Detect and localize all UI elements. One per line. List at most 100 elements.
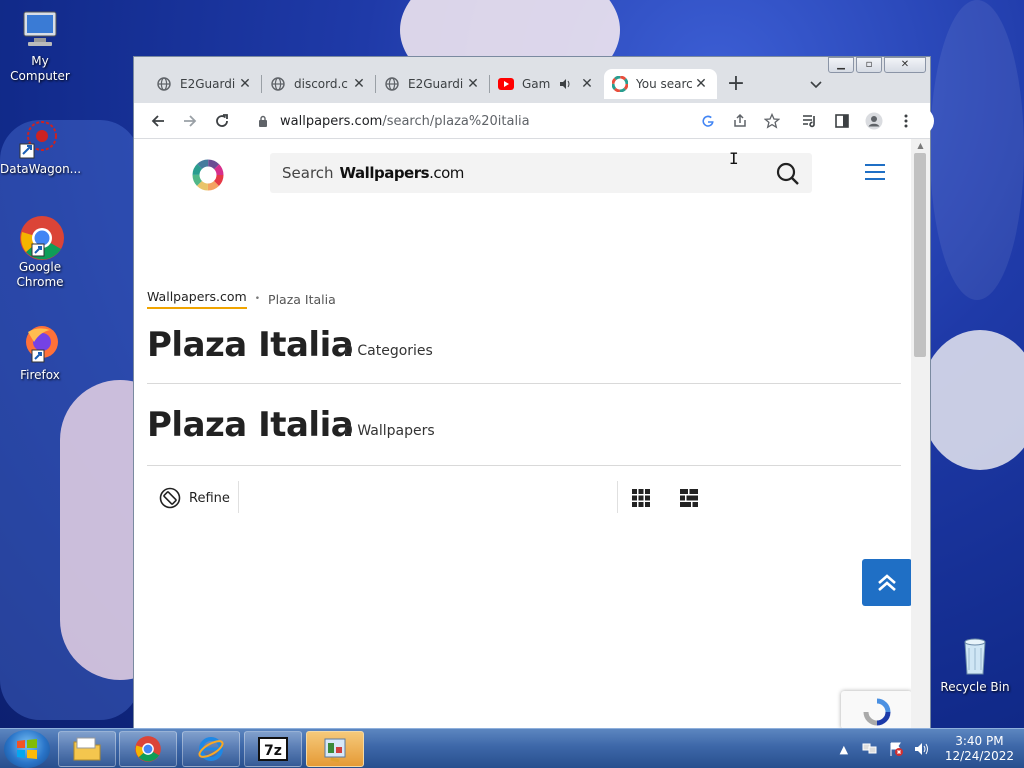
window-controls: ▁ ▫ ✕	[826, 57, 926, 73]
breadcrumb-separator: •	[254, 294, 261, 304]
chevron-down-icon[interactable]	[802, 71, 830, 99]
site-header: Search Wallpapers.com I	[134, 139, 912, 209]
scroll-up-icon[interactable]: ▲	[911, 139, 930, 153]
lock-icon	[258, 115, 270, 127]
more-menu-icon[interactable]	[890, 105, 922, 137]
breadcrumb-current: Plaza Italia	[268, 291, 336, 307]
tab-title: E2Guardi	[180, 77, 236, 91]
tab-youtube[interactable]: Gam ✕	[490, 69, 603, 99]
divider	[238, 481, 239, 513]
wallpapers-logo-icon	[612, 76, 628, 92]
text-cursor-icon: I	[729, 149, 739, 168]
youtube-icon	[498, 76, 514, 92]
desktop-icon-label: DataWagon...	[0, 162, 82, 176]
grid-view-icon[interactable]	[632, 489, 650, 507]
tab-title: You searc	[636, 77, 693, 91]
close-icon[interactable]: ✕	[693, 76, 709, 92]
google-icon[interactable]	[692, 105, 724, 137]
tab-e2guardian-1[interactable]: E2Guardi ✕	[148, 69, 261, 99]
7zip-icon: 7z	[258, 737, 288, 761]
divider	[617, 481, 618, 513]
browser-toolbar: wallpapers.com/search/plaza%20italia	[134, 103, 934, 139]
folder-icon	[73, 737, 101, 761]
internet-explorer-icon	[198, 737, 224, 761]
network-icon[interactable]	[860, 741, 880, 757]
desktop-icon-my-computer[interactable]: My Computer	[0, 8, 80, 84]
url-host: wallpapers.com	[280, 113, 383, 129]
tab-discord[interactable]: discord.c ✕	[262, 69, 375, 99]
action-center-flag-icon[interactable]	[886, 741, 906, 757]
wallpaper-shape	[930, 0, 1024, 300]
volume-icon[interactable]	[912, 741, 932, 757]
close-icon[interactable]: ✕	[237, 76, 253, 92]
refine-button[interactable]: Refine	[159, 487, 230, 509]
taskbar: 7z ▲ 3:40 PM 12/24/2022	[0, 728, 1024, 768]
tab-wallpapers-active[interactable]: You searc ✕	[604, 69, 717, 99]
categories-count: 0 Categories	[344, 343, 433, 359]
search-label: Search	[282, 164, 334, 182]
refine-icon	[159, 487, 181, 509]
search-brand: Wallpapers.com	[339, 164, 465, 182]
close-icon[interactable]: ✕	[351, 76, 367, 92]
divider	[147, 465, 901, 466]
speaker-icon[interactable]	[557, 76, 573, 92]
start-button[interactable]	[4, 730, 50, 768]
star-icon[interactable]	[756, 105, 788, 137]
hamburger-menu-icon[interactable]	[864, 163, 886, 181]
forward-icon[interactable]	[174, 105, 206, 137]
search-icon[interactable]	[776, 162, 800, 186]
taskbar-chrome[interactable]	[119, 731, 177, 767]
taskbar-explorer[interactable]	[58, 731, 116, 767]
recaptcha-badge[interactable]	[841, 691, 912, 729]
control-panel-icon	[324, 738, 346, 763]
taskbar-7zip[interactable]: 7z	[244, 731, 302, 767]
page-scrollbar[interactable]: ▲	[911, 139, 930, 729]
svg-text:7z: 7z	[264, 743, 282, 759]
taskbar-clock[interactable]: 3:40 PM 12/24/2022	[945, 734, 1014, 764]
close-icon[interactable]: ✕	[579, 76, 595, 92]
show-hidden-icons-icon[interactable]: ▲	[834, 741, 854, 757]
tab-e2guardian-2[interactable]: E2Guardi ✕	[376, 69, 489, 99]
desktop-icon-label: Firefox	[20, 368, 60, 382]
taskbar-control-panel[interactable]	[306, 731, 364, 767]
url-text: wallpapers.com/search/plaza%20italia	[280, 114, 530, 129]
divider	[147, 383, 901, 384]
firefox-icon	[18, 322, 62, 366]
side-panel-icon[interactable]	[826, 105, 858, 137]
close-icon[interactable]: ✕	[465, 76, 481, 92]
new-tab-button[interactable]: +	[722, 71, 750, 99]
reading-list-icon[interactable]	[794, 105, 826, 137]
tab-strip: E2Guardi ✕ discord.c ✕ E2Guardi ✕ Gam ✕ …	[134, 57, 930, 103]
masonry-view-icon[interactable]	[680, 489, 698, 507]
share-icon[interactable]	[724, 105, 756, 137]
scroll-thumb[interactable]	[914, 153, 926, 357]
scroll-to-top-button[interactable]	[862, 559, 912, 606]
globe-icon	[156, 76, 172, 92]
clock-date: 12/24/2022	[944, 749, 1014, 763]
wallpaper-shape	[920, 330, 1024, 470]
taskbar-internet-explorer[interactable]	[182, 731, 240, 767]
back-icon[interactable]	[142, 105, 174, 137]
recycle-bin-icon	[953, 634, 997, 678]
desktop-icon-label: Recycle Bin	[940, 680, 1010, 694]
breadcrumb-home-link[interactable]: Wallpapers.com	[147, 289, 247, 309]
close-window-button[interactable]: ✕	[884, 57, 926, 73]
desktop-icon-google-chrome[interactable]: Google Chrome	[0, 214, 80, 290]
desktop-icon-recycle-bin[interactable]: Recycle Bin	[935, 634, 1015, 695]
profile-icon[interactable]	[858, 105, 890, 137]
wallpapers-logo-icon[interactable]	[192, 159, 224, 191]
windows-logo-icon	[17, 739, 37, 759]
minimize-button[interactable]: ▁	[828, 57, 854, 73]
chrome-icon	[135, 736, 161, 762]
desktop-icon-datawagon[interactable]: DataWagon...	[0, 116, 82, 177]
browser-window: E2Guardi ✕ discord.c ✕ E2Guardi ✕ Gam ✕ …	[133, 56, 934, 729]
datawagon-icon	[18, 116, 62, 160]
tab-title: Gam	[522, 77, 551, 91]
system-tray: ▲ 3:40 PM 12/24/2022	[831, 729, 1014, 768]
globe-icon	[384, 76, 400, 92]
chrome-icon	[18, 214, 64, 260]
globe-icon	[270, 76, 286, 92]
maximize-button[interactable]: ▫	[856, 57, 882, 73]
desktop-icon-firefox[interactable]: Firefox	[0, 322, 80, 383]
reload-icon[interactable]	[206, 105, 238, 137]
